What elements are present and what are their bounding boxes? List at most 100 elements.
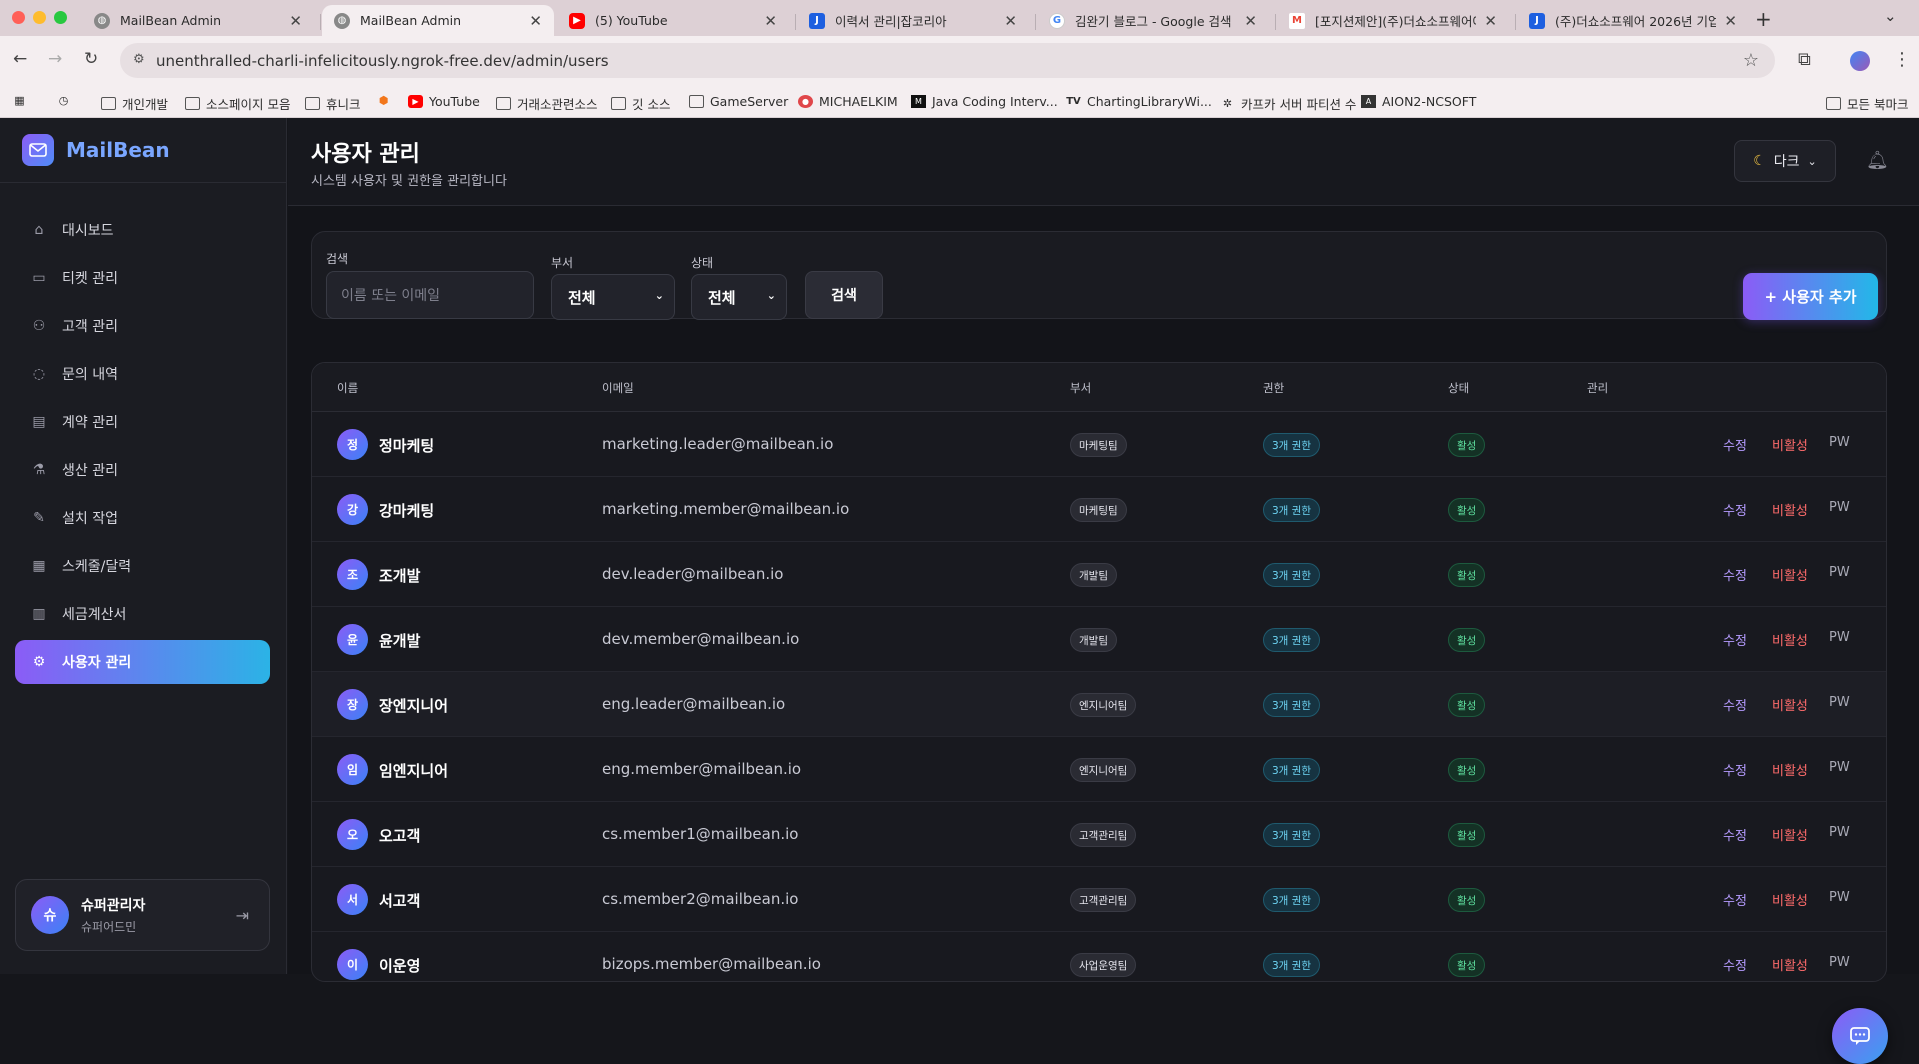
bookmark-item[interactable]: GameServer xyxy=(689,94,788,109)
sidebar-item-users[interactable]: ⚙ 사용자 관리 xyxy=(15,640,270,684)
reset-password-button[interactable]: PW xyxy=(1829,825,1850,840)
browser-tab-active[interactable]: ◍ MailBean Admin ✕ xyxy=(322,5,554,36)
bookmark-item[interactable]: ● MICHAELKIM xyxy=(798,94,898,109)
menu-kebab-icon[interactable]: ⋮ xyxy=(1893,49,1911,70)
bookmark-item[interactable]: M Java Coding Interv... xyxy=(911,94,1058,109)
browser-tab[interactable]: ▶ (5) YouTube ✕ xyxy=(557,5,789,36)
reset-password-button[interactable]: PW xyxy=(1829,435,1850,450)
edit-button[interactable]: 수정 xyxy=(1723,760,1747,779)
reset-password-button[interactable]: PW xyxy=(1829,630,1850,645)
dept-select[interactable]: 전체 ⌄ xyxy=(551,274,675,320)
bookmark-item[interactable]: 휴니크 xyxy=(305,94,361,113)
browser-tab[interactable]: M [포지션제안](주)더쇼소프웨어에서 S ✕ xyxy=(1277,5,1509,36)
theme-toggle-button[interactable]: ☾ 다크 ⌄ xyxy=(1734,140,1836,182)
table-row[interactable]: 이 이운영 bizops.member@mailbean.io 사업운영팀 3개 권한 활… xyxy=(312,932,1886,981)
permission-badge[interactable]: 3개 권한 xyxy=(1263,953,1320,977)
table-row[interactable]: 오 오고객 cs.member1@mailbean.io 고객관리팀 3개 권한 활성 수정… xyxy=(312,802,1886,867)
chat-widget-button[interactable] xyxy=(1832,1008,1888,1064)
permission-badge[interactable]: 3개 권한 xyxy=(1263,823,1320,847)
sidebar-item-production[interactable]: ⚗ 생산 관리 xyxy=(15,448,270,492)
edit-button[interactable]: 수정 xyxy=(1723,435,1747,454)
sidebar-item-contracts[interactable]: ▤ 계약 관리 xyxy=(15,400,270,444)
tab-search-chevron-icon[interactable]: ⌄ xyxy=(1884,7,1897,25)
close-window-button[interactable] xyxy=(12,11,25,24)
new-tab-icon[interactable]: + xyxy=(1755,7,1772,31)
edit-button[interactable]: 수정 xyxy=(1723,890,1747,909)
sidebar-item-dashboard[interactable]: ⌂ 대시보드 xyxy=(15,208,270,252)
bookmark-item[interactable]: ▶ YouTube xyxy=(408,94,480,109)
permission-badge[interactable]: 3개 권한 xyxy=(1263,563,1320,587)
deactivate-button[interactable]: 비활성 xyxy=(1772,760,1808,779)
close-tab-icon[interactable]: ✕ xyxy=(521,12,542,30)
reset-password-button[interactable]: PW xyxy=(1829,890,1850,905)
bookmark-item[interactable]: ✲ 카프카 서버 파티션 수 xyxy=(1220,94,1357,113)
reset-password-button[interactable]: PW xyxy=(1829,760,1850,775)
permission-badge[interactable]: 3개 권한 xyxy=(1263,758,1320,782)
close-tab-icon[interactable]: ✕ xyxy=(1716,12,1737,30)
address-bar[interactable]: ⚙ unenthralled-charli-infelicitously.ngr… xyxy=(120,43,1775,78)
browser-tab[interactable]: J (주)더쇼소프웨어 2026년 기업정보 ✕ xyxy=(1517,5,1749,36)
minimize-window-button[interactable] xyxy=(33,11,46,24)
close-tab-icon[interactable]: ✕ xyxy=(1236,12,1257,30)
browser-tab[interactable]: ◍ MailBean Admin ✕ xyxy=(82,5,314,36)
edit-button[interactable]: 수정 xyxy=(1723,825,1747,844)
permission-badge[interactable]: 3개 권한 xyxy=(1263,433,1320,457)
history-icon[interactable]: ◷ xyxy=(56,94,71,107)
deactivate-button[interactable]: 비활성 xyxy=(1772,955,1808,974)
bookmark-item[interactable]: TV ChartingLibraryWi... xyxy=(1066,94,1212,109)
close-tab-icon[interactable]: ✕ xyxy=(756,12,777,30)
deactivate-button[interactable]: 비활성 xyxy=(1772,695,1808,714)
table-row[interactable]: 윤 윤개발 dev.member@mailbean.io 개발팀 3개 권한 활성 수정 비활… xyxy=(312,607,1886,672)
profile-avatar-icon[interactable] xyxy=(1850,51,1870,71)
browser-tab[interactable]: J 이력서 관리|잡코리아 ✕ xyxy=(797,5,1029,36)
bookmark-star-icon[interactable]: ☆ xyxy=(1743,50,1759,71)
table-row[interactable]: 조 조개발 dev.leader@mailbean.io 개발팀 3개 권한 활성 수정 비활… xyxy=(312,542,1886,607)
sidebar-item-tickets[interactable]: ▭ 티켓 관리 xyxy=(15,256,270,300)
permission-badge[interactable]: 3개 권한 xyxy=(1263,498,1320,522)
brand[interactable]: MailBean xyxy=(22,134,170,166)
back-arrow-icon[interactable]: ← xyxy=(13,49,27,69)
close-tab-icon[interactable]: ✕ xyxy=(281,12,302,30)
search-input[interactable]: 이름 또는 이메일 xyxy=(326,271,534,319)
table-row[interactable]: 임 임엔지니어 eng.member@mailbean.io 엔지니어팀 3개 권한 활성… xyxy=(312,737,1886,802)
deactivate-button[interactable]: 비활성 xyxy=(1772,565,1808,584)
forward-arrow-icon[interactable]: → xyxy=(48,49,62,69)
table-row[interactable]: 정 정마케팅 marketing.leader@mailbean.io 마케팅팀 3개 … xyxy=(312,412,1886,477)
status-select[interactable]: 전체 ⌄ xyxy=(691,274,787,320)
deactivate-button[interactable]: 비활성 xyxy=(1772,435,1808,454)
edit-button[interactable]: 수정 xyxy=(1723,630,1747,649)
sidebar-item-inquiries[interactable]: ◌ 문의 내역 xyxy=(15,352,270,396)
edit-button[interactable]: 수정 xyxy=(1723,955,1747,974)
add-user-button[interactable]: + 사용자 추가 xyxy=(1743,273,1878,320)
table-row[interactable]: 장 장엔지니어 eng.leader@mailbean.io 엔지니어팀 3개 권한 활성… xyxy=(312,672,1886,737)
bookmark-item[interactable]: ⬢ xyxy=(376,94,391,107)
reset-password-button[interactable]: PW xyxy=(1829,695,1850,710)
reset-password-button[interactable]: PW xyxy=(1829,955,1850,970)
site-info-icon[interactable]: ⚙ xyxy=(133,52,145,67)
maximize-window-button[interactable] xyxy=(54,11,67,24)
bell-icon[interactable]: 🔔︎ xyxy=(1866,150,1889,171)
browser-tab[interactable]: G 김완기 블로그 - Google 검색 ✕ xyxy=(1037,5,1269,36)
permission-badge[interactable]: 3개 권한 xyxy=(1263,693,1320,717)
deactivate-button[interactable]: 비활성 xyxy=(1772,500,1808,519)
bookmark-item[interactable]: 거래소관련소스 xyxy=(496,94,598,113)
apps-grid-icon[interactable]: ▦ xyxy=(12,94,27,107)
logout-icon[interactable]: ⇥ xyxy=(236,906,249,925)
bookmark-item[interactable]: 소스페이지 모음 xyxy=(185,94,290,113)
search-button[interactable]: 검색 xyxy=(805,271,883,319)
sidebar-item-invoices[interactable]: ▥ 세금계산서 xyxy=(15,592,270,636)
bookmark-item[interactable]: 개인개발 xyxy=(101,94,168,113)
close-tab-icon[interactable]: ✕ xyxy=(1476,12,1497,30)
permission-badge[interactable]: 3개 권한 xyxy=(1263,888,1320,912)
deactivate-button[interactable]: 비활성 xyxy=(1772,825,1808,844)
extensions-icon[interactable]: ⧉ xyxy=(1798,49,1811,70)
table-row[interactable]: 강 강마케팅 marketing.member@mailbean.io 마케팅팀 3개 … xyxy=(312,477,1886,542)
close-tab-icon[interactable]: ✕ xyxy=(996,12,1017,30)
bookmark-item[interactable]: A AION2-NCSOFT xyxy=(1361,94,1476,109)
edit-button[interactable]: 수정 xyxy=(1723,695,1747,714)
sidebar-item-schedule[interactable]: ▦ 스케줄/달력 xyxy=(15,544,270,588)
edit-button[interactable]: 수정 xyxy=(1723,500,1747,519)
edit-button[interactable]: 수정 xyxy=(1723,565,1747,584)
sidebar-item-customers[interactable]: ⚇ 고객 관리 xyxy=(15,304,270,348)
table-row[interactable]: 서 서고객 cs.member2@mailbean.io 고객관리팀 3개 권한 활성 수정… xyxy=(312,867,1886,932)
